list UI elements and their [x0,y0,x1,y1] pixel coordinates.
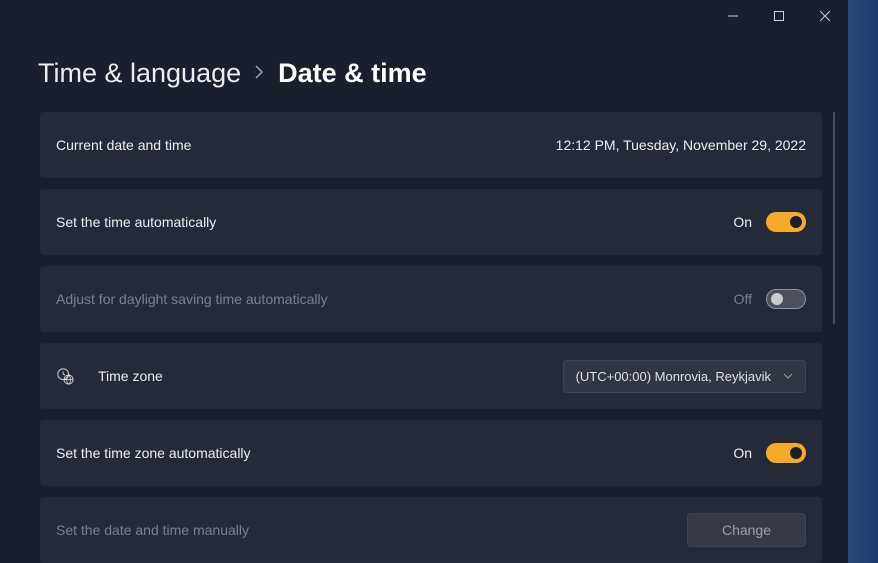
close-button[interactable] [802,0,848,32]
timezone-row: Time zone (UTC+00:00) Monrovia, Reykjavi… [40,343,822,409]
timezone-dropdown[interactable]: (UTC+00:00) Monrovia, Reykjavik [563,360,806,393]
toggle-state-label: On [733,445,752,461]
chevron-down-icon [783,370,793,382]
globe-clock-icon [56,366,74,386]
minimize-button[interactable] [710,0,756,32]
auto-time-toggle[interactable] [766,212,806,232]
breadcrumb-parent[interactable]: Time & language [38,58,241,89]
settings-list: Current date and time 12:12 PM, Tuesday,… [40,112,822,563]
scrollbar[interactable] [833,112,835,324]
current-datetime-value: 12:12 PM, Tuesday, November 29, 2022 [556,137,806,153]
row-label: Adjust for daylight saving time automati… [56,291,328,307]
timezone-value: (UTC+00:00) Monrovia, Reykjavik [576,369,771,384]
dst-toggle [766,289,806,309]
manual-datetime-row: Set the date and time manually Change [40,497,822,563]
auto-timezone-row: Set the time zone automatically On [40,420,822,486]
window-controls [710,0,848,32]
maximize-button[interactable] [756,0,802,32]
auto-time-row: Set the time automatically On [40,189,822,255]
breadcrumb-current: Date & time [278,58,427,89]
toggle-state-label: On [733,214,752,230]
dst-row: Adjust for daylight saving time automati… [40,266,822,332]
row-label: Set the time zone automatically [56,445,251,461]
toggle-state-label: Off [734,291,752,307]
auto-timezone-toggle[interactable] [766,443,806,463]
row-label: Set the time automatically [56,214,216,230]
chevron-right-icon [255,65,264,83]
row-label: Set the date and time manually [56,522,249,538]
breadcrumb: Time & language Date & time [38,58,427,89]
change-button: Change [687,513,806,547]
current-datetime-row: Current date and time 12:12 PM, Tuesday,… [40,112,822,178]
row-label: Current date and time [56,137,191,153]
row-label: Time zone [98,368,163,384]
